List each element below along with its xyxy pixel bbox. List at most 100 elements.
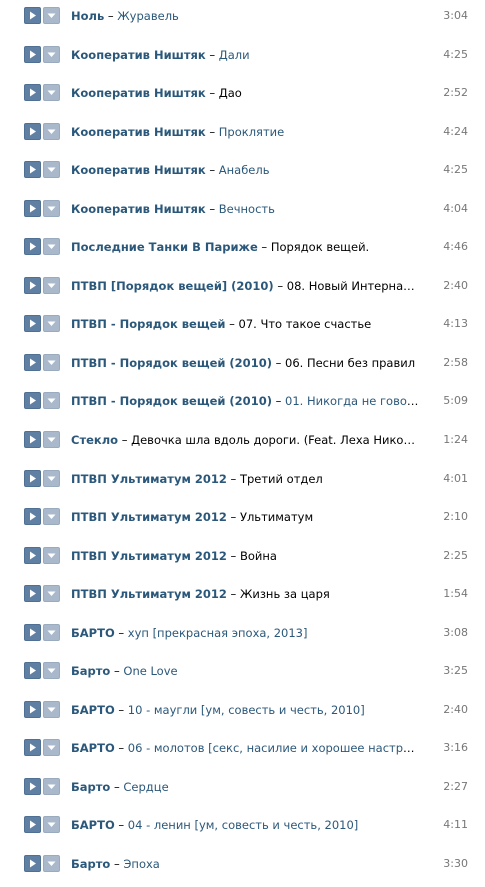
track-menu-button[interactable] [43,816,60,834]
play-button[interactable] [24,700,41,718]
artist-link[interactable]: Барто [71,857,110,871]
play-button[interactable] [24,739,41,757]
play-button[interactable] [24,855,41,873]
play-button[interactable] [24,469,41,487]
artist-link[interactable]: Стекло [71,433,118,447]
track-row[interactable]: Кооператив Ништяк – Анабель 4:25 [0,154,485,193]
artist-link[interactable]: Последние Танки В Париже [71,240,258,254]
track-menu-button[interactable] [43,546,60,564]
song-title[interactable]: хуп [прекрасная эпоха, 2013] [128,626,308,640]
play-button[interactable] [24,508,41,526]
track-menu-button[interactable] [43,469,60,487]
play-button[interactable] [24,199,41,217]
play-button[interactable] [24,122,41,140]
artist-link[interactable]: ПТВП - Порядок вещей (2010) [71,356,272,370]
play-button[interactable] [24,585,41,603]
artist-link[interactable]: ПТВП Ультиматум 2012 [71,549,227,563]
track-menu-button[interactable] [43,45,60,63]
song-title[interactable]: Проклятие [219,125,284,139]
play-button[interactable] [24,276,41,294]
track-row[interactable]: Стекло – Девочка шла вдоль дороги. (Feat… [0,424,485,463]
track-row[interactable]: ПТВП Ультиматум 2012 – Война 2:25 [0,540,485,579]
track-menu-button[interactable] [43,777,60,795]
track-menu-button[interactable] [43,161,60,179]
artist-link[interactable]: БАРТО [71,741,115,755]
track-menu-button[interactable] [43,353,60,371]
track-menu-button[interactable] [43,315,60,333]
track-row[interactable]: Ноль – Журавель 3:04 [0,0,485,39]
artist-link[interactable]: ПТВП - Порядок вещей (2010) [71,394,272,408]
artist-link[interactable]: Барто [71,664,110,678]
track-menu-button[interactable] [43,623,60,641]
song-title[interactable]: 10 - маугли [ум, совесть и честь, 2010] [128,703,365,717]
track-row[interactable]: ПТВП - Порядок вещей (2010) – 01. Никогд… [0,385,485,424]
track-row[interactable]: Последние Танки В Париже – Порядок вещей… [0,231,485,270]
artist-link[interactable]: ПТВП - Порядок вещей [71,317,225,331]
play-button[interactable] [24,392,41,410]
play-button[interactable] [24,623,41,641]
track-menu-button[interactable] [43,739,60,757]
play-button[interactable] [24,431,41,449]
song-title[interactable]: Дали [219,48,250,62]
track-menu-button[interactable] [43,7,60,24]
track-row[interactable]: ПТВП [Порядок вещей] (2010) – 08. Новый … [0,270,485,309]
artist-link[interactable]: ПТВП Ультиматум 2012 [71,510,227,524]
track-row[interactable]: Барто – One Love 3:25 [0,655,485,694]
song-title[interactable]: Анабель [219,163,270,177]
artist-link[interactable]: ПТВП [Порядок вещей] (2010) [71,279,274,293]
artist-link[interactable]: Кооператив Ништяк [71,86,206,100]
track-row[interactable]: БАРТО – 04 - ленин [ум, совесть и честь,… [0,809,485,848]
play-button[interactable] [24,45,41,63]
track-menu-button[interactable] [43,276,60,294]
track-menu-button[interactable] [43,392,60,410]
song-title[interactable]: Эпоха [123,857,159,871]
track-menu-button[interactable] [43,122,60,140]
track-row[interactable]: ПТВП Ультиматум 2012 – Третий отдел 4:01 [0,463,485,502]
artist-link[interactable]: БАРТО [71,818,115,832]
play-button[interactable] [24,816,41,834]
track-menu-button[interactable] [43,508,60,526]
artist-link[interactable]: Кооператив Ништяк [71,48,206,62]
artist-link[interactable]: Ноль [71,9,104,23]
play-button[interactable] [24,546,41,564]
track-row[interactable]: Барто – Эпоха 3:30 [0,848,485,887]
artist-link[interactable]: Кооператив Ништяк [71,163,206,177]
play-button[interactable] [24,161,41,179]
track-row[interactable]: Кооператив Ништяк – Дали 4:25 [0,39,485,78]
song-title[interactable]: Сердце [123,780,168,794]
play-button[interactable] [24,238,41,256]
song-title[interactable]: One Love [123,664,177,678]
song-title[interactable]: 06 - молотов [секс, насилие и хорошее на… [128,741,421,755]
track-row[interactable]: Кооператив Ништяк – Дао 2:52 [0,77,485,116]
track-menu-button[interactable] [43,199,60,217]
track-menu-button[interactable] [43,662,60,680]
track-menu-button[interactable] [43,700,60,718]
play-button[interactable] [24,7,41,24]
track-menu-button[interactable] [43,855,60,873]
track-row[interactable]: БАРТО – 10 - маугли [ум, совесть и честь… [0,694,485,733]
track-row[interactable]: ПТВП - Порядок вещей – 07. Что такое сча… [0,308,485,347]
track-menu-button[interactable] [43,84,60,102]
track-row[interactable]: БАРТО – хуп [прекрасная эпоха, 2013] 3:08 [0,617,485,656]
play-button[interactable] [24,662,41,680]
play-button[interactable] [24,84,41,102]
track-menu-button[interactable] [43,238,60,256]
track-row[interactable]: ПТВП Ультиматум 2012 – Ультиматум 2:10 [0,501,485,540]
track-row[interactable]: ПТВП Ультиматум 2012 – Жизнь за царя 1:54 [0,578,485,617]
artist-link[interactable]: ПТВП Ультиматум 2012 [71,587,227,601]
artist-link[interactable]: БАРТО [71,703,115,717]
song-title[interactable]: 04 - ленин [ум, совесть и честь, 2010] [128,818,359,832]
song-title[interactable]: 01. Никогда не говори никогда [285,394,421,408]
play-button[interactable] [24,777,41,795]
track-row[interactable]: БАРТО – 06 - молотов [секс, насилие и хо… [0,732,485,771]
artist-link[interactable]: Кооператив Ништяк [71,202,206,216]
track-row[interactable]: ПТВП - Порядок вещей (2010) – 06. Песни … [0,347,485,386]
artist-link[interactable]: ПТВП Ультиматум 2012 [71,472,227,486]
track-row[interactable]: Барто – Сердце 2:27 [0,771,485,810]
song-title[interactable]: Вечность [219,202,275,216]
artist-link[interactable]: Барто [71,780,110,794]
track-row[interactable]: Кооператив Ништяк – Вечность 4:04 [0,193,485,232]
track-menu-button[interactable] [43,585,60,603]
song-title[interactable]: Журавель [117,9,179,23]
artist-link[interactable]: БАРТО [71,626,115,640]
